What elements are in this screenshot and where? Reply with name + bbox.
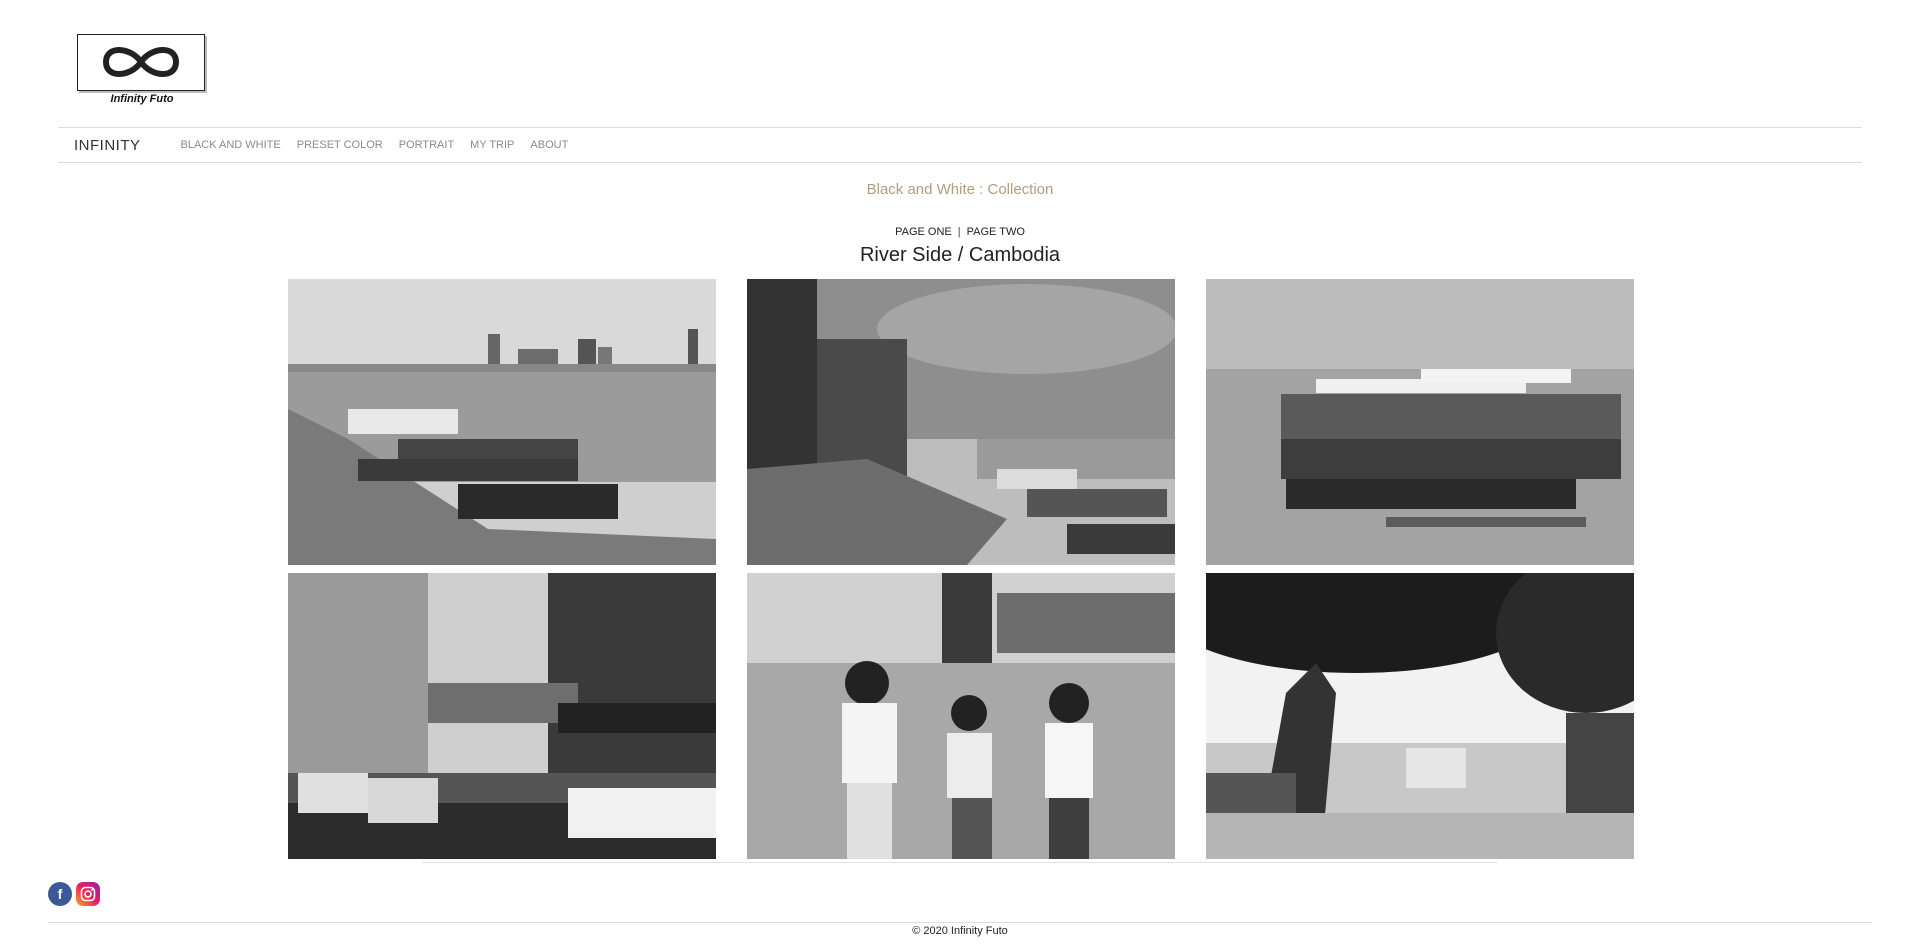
nav-item-my-trip[interactable]: MY TRIP [470, 139, 514, 151]
nav-item-black-and-white[interactable]: BLACK AND WHITE [181, 139, 281, 151]
page-one-link[interactable]: PAGE ONE [895, 226, 952, 238]
page-two-link[interactable]: PAGE TWO [967, 226, 1025, 238]
logo-caption: Infinity Futo [110, 93, 174, 105]
footer-copyright: © 2020 Infinity Futo [912, 925, 1008, 937]
promenade-flags-photo[interactable] [747, 279, 1175, 565]
nav-item-about[interactable]: ABOUT [530, 139, 568, 151]
children-walking-photo[interactable] [747, 573, 1175, 859]
pager-separator: | [957, 226, 961, 238]
nav-item-preset-color[interactable]: PRESET COLOR [297, 139, 383, 151]
nav-bottom-divider [58, 162, 1862, 163]
pager: PAGE ONE | PAGE TWO [0, 226, 1920, 238]
facebook-icon[interactable]: f [48, 882, 72, 906]
riverbank-boats-photo[interactable] [288, 279, 716, 565]
section-title: Black and White : Collection [866, 181, 1054, 198]
tree-park-photo[interactable] [1206, 573, 1634, 859]
social-links: f [48, 882, 100, 906]
main-nav: INFINITY BLACK AND WHITE PRESET COLOR PO… [58, 128, 1862, 162]
gallery-title: River Side / Cambodia [859, 244, 1061, 266]
street-buildings-photo[interactable] [288, 573, 716, 859]
nav-brand[interactable]: INFINITY [74, 137, 141, 154]
docked-boat-photo[interactable] [1206, 279, 1634, 565]
site-logo[interactable] [77, 34, 205, 91]
photo-gallery [288, 279, 1634, 859]
nav-item-portrait[interactable]: PORTRAIT [399, 139, 454, 151]
gallery-bottom-divider [422, 862, 1498, 863]
infinity-icon [102, 47, 180, 77]
footer-divider [48, 922, 1872, 923]
instagram-icon[interactable] [76, 882, 100, 906]
